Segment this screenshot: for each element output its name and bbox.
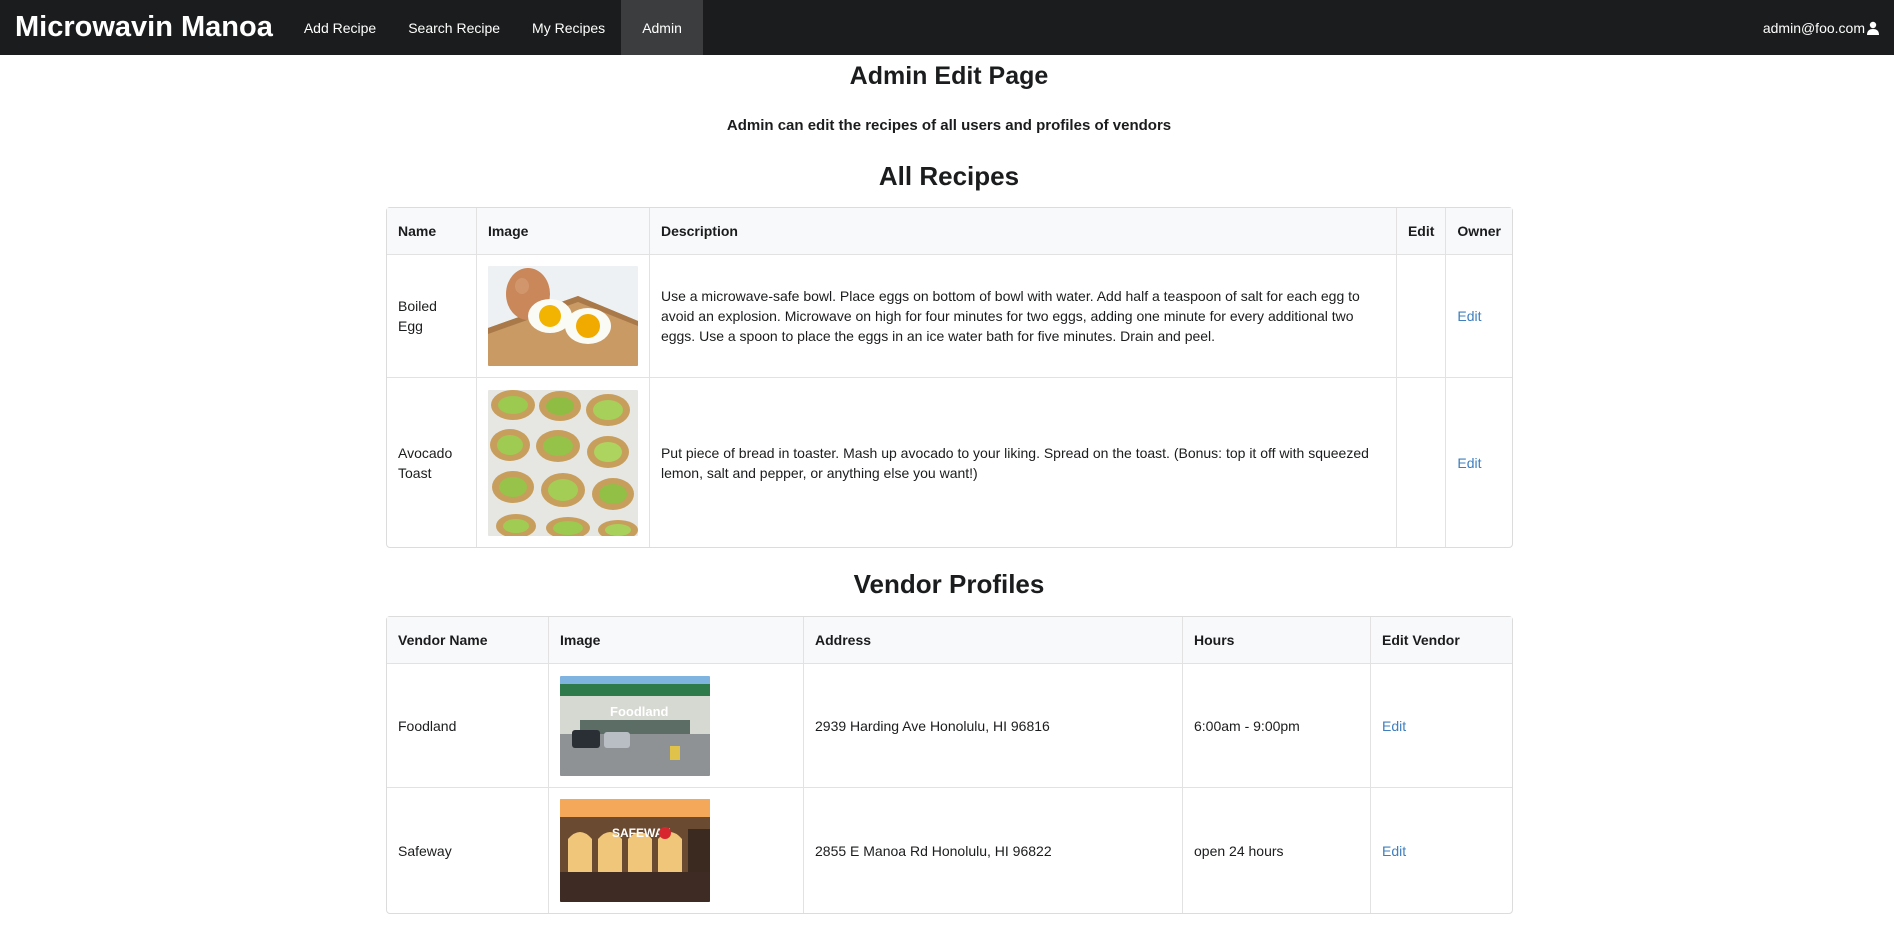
column-header: Description [648, 208, 1396, 255]
column-header: Vendor Name [387, 617, 548, 664]
user-icon [1867, 21, 1879, 35]
vendors-table: Vendor Name Image Address Hours Edit Ven… [386, 616, 1513, 914]
column-header: Name [387, 208, 476, 255]
recipe-image-cell [475, 255, 649, 378]
recipe-name: Boiled Egg [387, 255, 476, 378]
vendor-name: Safeway [398, 842, 452, 859]
vendor-hours: open 24 hours [1182, 788, 1370, 913]
table-row: Avocado Toast Put piece of bread in toas… [387, 378, 1512, 547]
top-navbar: Microwavin Manoa Add Recipe Search Recip… [0, 0, 1894, 55]
vendor-hours: 6:00am - 9:00pm [1182, 664, 1370, 788]
vendor-address: 2939 Harding Ave Honolulu, HI 96816 [803, 664, 1182, 788]
column-header: Edit Vendor [1370, 617, 1512, 664]
boiled-egg-image [487, 266, 638, 366]
column-header: Owner [1445, 208, 1512, 255]
recipe-name: Avocado Toast [398, 444, 453, 481]
column-header: Edit [1395, 208, 1446, 255]
table-header-row: Name Image Description Edit Owner [387, 208, 1512, 255]
table-row: Boiled Egg Use a microwave-safe bowl. Pl… [387, 255, 1512, 378]
vendor-name: Foodland [387, 664, 548, 788]
recipes-heading: All Recipes [878, 161, 1020, 191]
edit-recipe-link[interactable]: Edit [1457, 455, 1481, 471]
vendor-image-cell: Foodland [548, 664, 803, 788]
recipe-edit-cell [1395, 378, 1445, 547]
page-title: Admin Edit Page [849, 62, 1049, 90]
nav-my-recipes[interactable]: My Recipes [516, 0, 621, 55]
nav-search-recipe[interactable]: Search Recipe [392, 0, 516, 55]
page-subtitle: Admin can edit the recipes of all users … [726, 117, 1172, 134]
svg-text:Foodland: Foodland [610, 704, 669, 719]
table-row: Foodland Foodland 2939 Harding Ave Honol… [387, 664, 1512, 788]
edit-recipe-link[interactable]: Edit [1457, 308, 1481, 324]
edit-vendor-link[interactable]: Edit [1382, 718, 1406, 734]
recipe-description: Use a microwave-safe bowl. Place eggs on… [648, 255, 1396, 378]
user-email: admin@foo.com [1762, 19, 1865, 36]
table-header-row: Vendor Name Image Address Hours Edit Ven… [387, 617, 1512, 664]
recipe-description: Put piece of bread in toaster. Mash up a… [648, 378, 1396, 547]
table-row: Safeway SAFEWAY 2855 E Manoa Rd Honolulu… [387, 788, 1512, 913]
vendors-heading: Vendor Profiles [853, 569, 1045, 599]
recipes-table: Name Image Description Edit Owner Boiled… [386, 207, 1513, 548]
column-header: Image [548, 617, 803, 664]
recipe-image-cell [475, 378, 649, 547]
column-header: Hours [1182, 617, 1370, 664]
avocado-toast-image [487, 389, 638, 536]
column-header: Address [803, 617, 1182, 664]
edit-vendor-link[interactable]: Edit [1382, 843, 1406, 859]
user-menu[interactable]: admin@foo.com [1763, 0, 1894, 55]
brand-logo[interactable]: Microwavin Manoa [0, 0, 288, 55]
safeway-store-image: SAFEWAY [560, 799, 710, 902]
vendor-address: 2855 E Manoa Rd Honolulu, HI 96822 [803, 788, 1182, 913]
column-header: Image [475, 208, 649, 255]
vendor-image-cell: SAFEWAY [548, 788, 803, 913]
recipe-edit-cell [1395, 255, 1446, 378]
nav-admin[interactable]: Admin [621, 0, 703, 55]
nav-add-recipe[interactable]: Add Recipe [288, 0, 392, 55]
foodland-store-image: Foodland [560, 675, 710, 776]
